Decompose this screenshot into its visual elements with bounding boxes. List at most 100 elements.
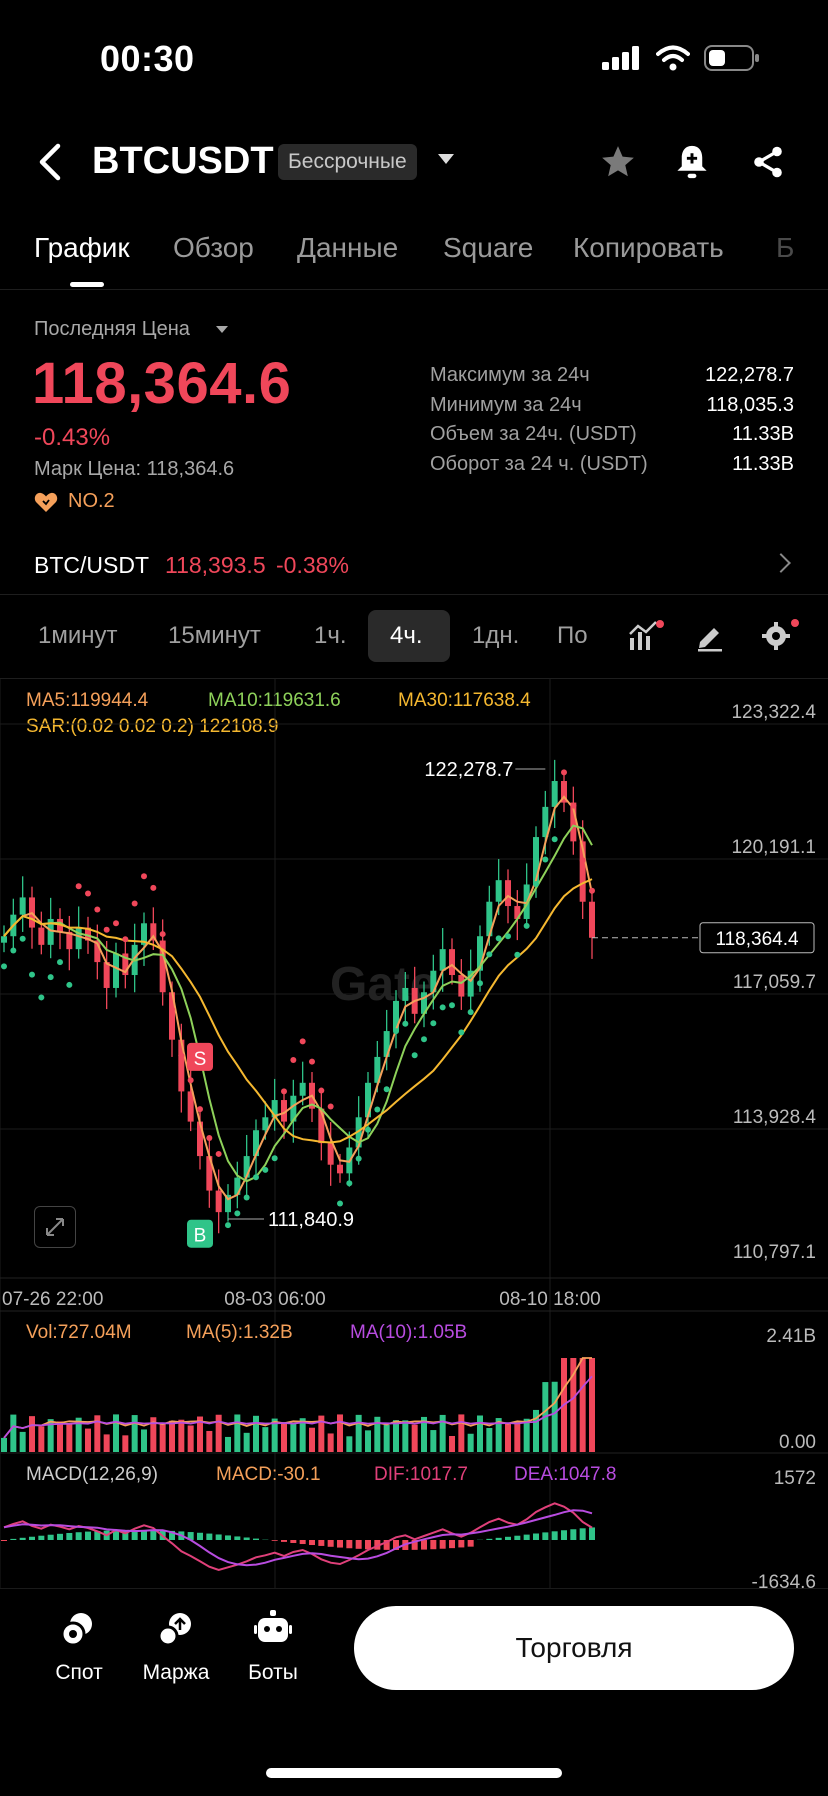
home-indicator xyxy=(266,1768,562,1778)
macd-bar xyxy=(561,1530,567,1540)
volume-bar xyxy=(103,1434,110,1452)
tab-chart[interactable]: График xyxy=(34,232,130,264)
watermark-text: Gate xyxy=(330,958,437,1011)
sar-dot xyxy=(505,933,511,940)
caret-down-icon[interactable] xyxy=(216,326,228,333)
current-price-label: 118,364.4 xyxy=(715,929,799,950)
candle xyxy=(19,897,26,915)
nav-margin[interactable]: Маржа xyxy=(131,1610,221,1685)
macd-bar xyxy=(206,1533,213,1540)
draw-button[interactable] xyxy=(694,620,726,657)
timeframe-4h[interactable]: 4ч. xyxy=(390,622,423,650)
timeframe-15m[interactable]: 15минут xyxy=(168,622,261,650)
volume-bar xyxy=(281,1422,287,1452)
sar-dot xyxy=(197,1106,203,1113)
dea-line xyxy=(3,1509,593,1567)
volume-bar xyxy=(337,1414,343,1452)
volume-label: Vol:727.04M xyxy=(26,1322,132,1343)
chevron-right-icon[interactable] xyxy=(771,553,791,573)
symbol-title[interactable]: BTCUSDT xyxy=(92,140,274,183)
macd-bar xyxy=(505,1536,511,1540)
timeframe-1d[interactable]: 1дн. xyxy=(472,622,519,650)
timeframe-more[interactable]: По xyxy=(557,622,591,650)
candle xyxy=(327,1143,334,1165)
candle xyxy=(1,936,7,943)
volume-bar xyxy=(10,1414,17,1452)
macd-bar xyxy=(19,1537,26,1540)
macd-bar xyxy=(467,1540,474,1547)
nav-spot[interactable]: Спот xyxy=(34,1610,124,1685)
candle xyxy=(458,975,465,997)
low-label: 111,840.9 xyxy=(268,1209,354,1231)
macd-bar xyxy=(430,1540,437,1550)
sar-dot xyxy=(47,974,54,981)
sar-dot xyxy=(309,1058,315,1065)
spot-pair-row[interactable]: BTC/USDT 118,393.5 -0.38% xyxy=(34,552,349,579)
sar-dot xyxy=(318,1087,325,1094)
tab-overview[interactable]: Обзор xyxy=(173,232,254,264)
macd-bar xyxy=(1,1540,7,1541)
volume-bar xyxy=(411,1424,418,1452)
chart-settings-button[interactable] xyxy=(760,618,800,657)
tab-copy[interactable]: Копировать xyxy=(573,232,724,264)
last-price-selector[interactable]: Последняя Цена xyxy=(34,318,190,341)
nav-bots-label: Боты xyxy=(248,1661,298,1684)
symbol-dropdown-icon[interactable] xyxy=(438,154,454,164)
fullscreen-button[interactable] xyxy=(34,1206,76,1248)
sar-dot xyxy=(243,1194,250,1201)
timeframe-1m[interactable]: 1минут xyxy=(38,622,118,650)
status-icons xyxy=(602,44,760,72)
macd-bar xyxy=(38,1535,45,1540)
trade-button[interactable]: Торговля xyxy=(354,1606,794,1690)
candle xyxy=(103,962,110,988)
volume-bar xyxy=(383,1424,390,1452)
indicators-button[interactable] xyxy=(628,620,664,657)
alert-button[interactable] xyxy=(670,140,714,184)
sar-dot xyxy=(467,1009,474,1016)
tab-data[interactable]: Данные xyxy=(297,232,398,264)
macd-bar xyxy=(495,1537,502,1540)
sar-dot xyxy=(122,936,129,943)
nav-bots[interactable]: Боты xyxy=(228,1610,318,1685)
back-button[interactable] xyxy=(30,140,70,184)
contract-type-badge[interactable]: Бессрочные xyxy=(278,144,417,180)
volume-bar xyxy=(365,1430,371,1452)
sar-dot xyxy=(178,1052,185,1059)
dif-line xyxy=(3,1502,593,1572)
dea-value: DEA:1047.8 xyxy=(514,1464,617,1485)
share-button[interactable] xyxy=(746,140,790,184)
sar-dot xyxy=(355,1155,362,1162)
sar-dot xyxy=(113,920,119,927)
sar-dot xyxy=(411,1052,418,1059)
tab-square[interactable]: Square xyxy=(443,232,533,264)
stat-row: Объем за 24ч. (USDT) 11.33B xyxy=(430,423,794,453)
sar-dot xyxy=(514,951,521,958)
sar-dot xyxy=(215,1150,222,1157)
sar-dot xyxy=(477,980,483,987)
spot-pair-name: BTC/USDT xyxy=(34,552,149,578)
high-label: 122,278.7 xyxy=(424,759,513,781)
sar-dot xyxy=(85,890,91,897)
robot-icon xyxy=(254,1610,292,1642)
heart-fire-icon xyxy=(34,492,58,512)
candle xyxy=(495,880,502,902)
macd-bar xyxy=(533,1533,539,1540)
macd-bar xyxy=(10,1538,17,1540)
rank-badge[interactable]: NO.2 xyxy=(34,490,115,513)
time-axis-label: 08-10 18:00 xyxy=(499,1289,600,1310)
volume-ma10-label: MA(10):1.05B xyxy=(350,1322,468,1343)
sar-dot xyxy=(449,1002,455,1009)
price-chart[interactable]: Gate S B 122,278.7 111,840.9 118,364.4 123,322… xyxy=(0,678,828,1588)
macd-bar xyxy=(589,1527,595,1540)
stat-label: Оборот за 24 ч. (USDT) xyxy=(430,452,648,475)
tab-more[interactable]: Б xyxy=(776,232,794,264)
stat-label: Максимум за 24ч xyxy=(430,364,590,386)
favorite-button[interactable] xyxy=(596,140,640,184)
share-icon xyxy=(754,146,782,178)
nav-spot-label: Спот xyxy=(55,1661,103,1684)
volume-bar xyxy=(187,1425,194,1452)
volume-bar xyxy=(579,1358,586,1452)
tab-active-indicator xyxy=(70,282,104,287)
timeframe-1h[interactable]: 1ч. xyxy=(314,622,347,650)
sar-dot xyxy=(393,1028,399,1035)
